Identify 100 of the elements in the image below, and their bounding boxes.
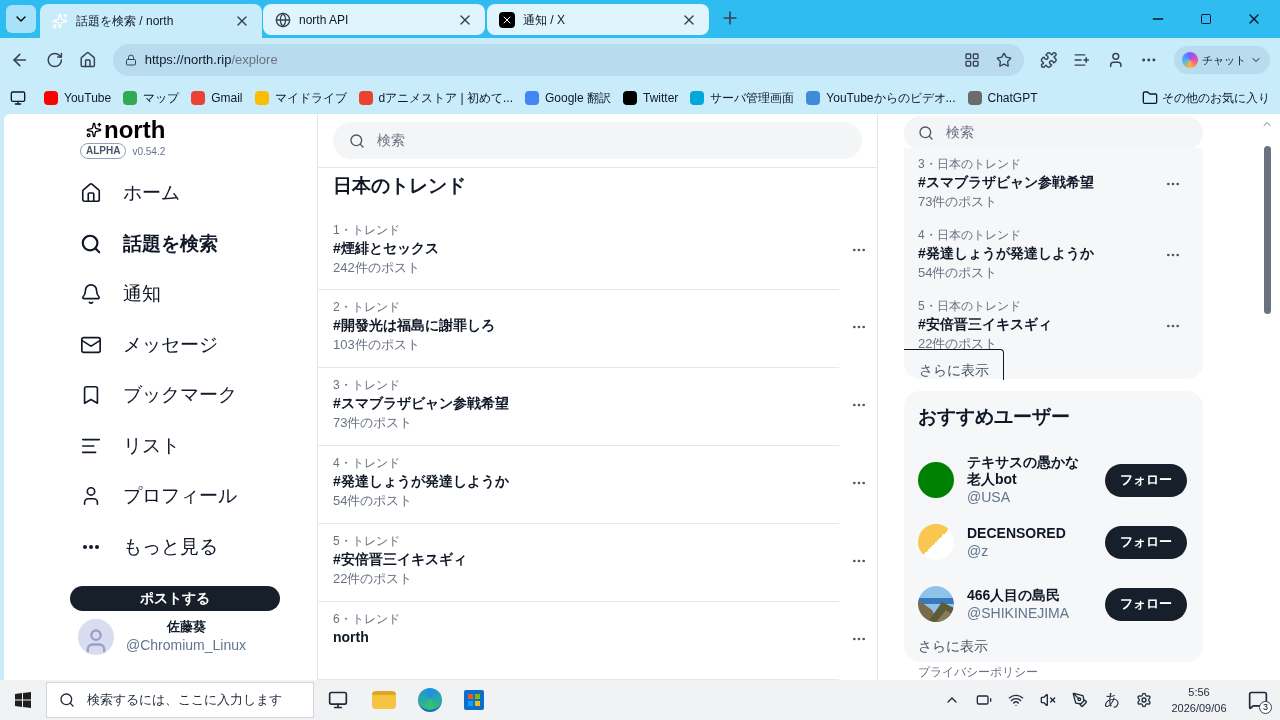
- nav-item[interactable]: もっと見る: [80, 521, 281, 572]
- battery-icon[interactable]: [976, 692, 992, 708]
- trend-meta: 1・トレンド: [333, 221, 401, 238]
- nav-item[interactable]: ホーム: [80, 168, 281, 219]
- bookmark-item[interactable]: dアニメストア | 初めて...: [358, 89, 513, 107]
- account-name: 佐藤葵: [166, 619, 206, 635]
- trend-tag[interactable]: #煙緋とセックス: [333, 237, 851, 258]
- search-icon: [80, 232, 102, 255]
- folder-icon: [1142, 90, 1158, 106]
- maximize-icon[interactable]: [1200, 13, 1212, 25]
- user-name[interactable]: 466人目の島民: [967, 586, 1091, 604]
- trend-post-count: 54件のポスト: [333, 492, 414, 511]
- favorite-star-icon[interactable]: [995, 52, 1012, 68]
- more-icon: [83, 544, 99, 549]
- favorites-icon[interactable]: [1073, 51, 1091, 69]
- home-icon[interactable]: [79, 51, 97, 69]
- tab-actions-icon[interactable]: [10, 90, 26, 106]
- gear-icon[interactable]: [1136, 692, 1152, 708]
- trend-tag[interactable]: #スマブラザビャン参戦希望: [333, 393, 851, 414]
- nav-item[interactable]: 話題を検索: [80, 218, 281, 269]
- follow-button[interactable]: フォロー: [1105, 463, 1187, 497]
- browser-tab[interactable]: north API: [263, 4, 485, 35]
- bell-icon: [80, 283, 102, 306]
- nav-item[interactable]: ブックマーク: [80, 370, 281, 421]
- bookmark-item[interactable]: Twitter: [623, 89, 679, 107]
- other-favorites[interactable]: その他のお気に入り: [1142, 89, 1270, 107]
- post-button[interactable]: ポストする: [70, 586, 280, 611]
- trend-tag[interactable]: #発達しょうが発達しようか: [333, 471, 851, 492]
- nav-item[interactable]: プロフィール: [80, 471, 281, 522]
- show-more-link[interactable]: さらに表示: [904, 348, 1004, 380]
- tab-list-button[interactable]: [6, 5, 36, 33]
- trend-tag[interactable]: #開發光は福島に謝罪しろ: [333, 315, 851, 336]
- show-more-link[interactable]: さらに表示: [918, 636, 1189, 656]
- trend-post-count: 22件のポスト: [333, 570, 414, 589]
- copilot-button[interactable]: チャット: [1173, 46, 1270, 74]
- bookmark-item[interactable]: マイドライブ: [254, 89, 347, 107]
- tab-title: 話題を検索 / north: [76, 13, 175, 30]
- search-icon: [59, 692, 75, 708]
- trend-meta: 3・トレンド: [333, 377, 401, 394]
- card-title: おすすめユーザー: [918, 404, 1071, 429]
- copilot-logo-icon: [1181, 52, 1198, 68]
- logo[interactable]: north: [104, 118, 166, 142]
- url-path: /explore: [231, 51, 278, 70]
- follow-button[interactable]: フォロー: [1105, 525, 1187, 559]
- user-handle: @z: [967, 541, 990, 560]
- trend-post-count: 73件のポスト: [918, 192, 999, 211]
- browser-tab[interactable]: 話題を検索 / north: [40, 4, 262, 38]
- trend-meta: 3・日本のトレンド: [918, 155, 1022, 172]
- trend-meta: 5・トレンド: [333, 533, 401, 550]
- pen-icon[interactable]: [1072, 692, 1088, 708]
- taskbar-search-field[interactable]: 検索するには、ここに入力します: [46, 682, 314, 718]
- sparkle-icon: [52, 13, 68, 29]
- bookmark-item[interactable]: ChatGPT: [967, 89, 1038, 107]
- lock-icon[interactable]: [124, 54, 137, 66]
- task-view-icon[interactable]: [328, 690, 348, 710]
- nav-item[interactable]: メッセージ: [80, 319, 281, 370]
- trend-meta: 5・日本のトレンド: [918, 297, 1022, 314]
- account-handle: @Chromium_Linux: [126, 636, 247, 655]
- notification-count: 3: [1259, 701, 1272, 714]
- avatar[interactable]: [78, 619, 114, 655]
- nav-item[interactable]: 通知: [80, 269, 281, 320]
- trend-tag[interactable]: #安倍晋三イキスギィ: [333, 549, 851, 570]
- follow-button[interactable]: フォロー: [1105, 587, 1187, 621]
- address-bar[interactable]: https://north.rip/explore: [112, 44, 1024, 76]
- browser-tab[interactable]: 通知 / X: [487, 4, 709, 35]
- bookmark-item[interactable]: Gmail: [191, 89, 243, 107]
- nav-item[interactable]: リスト: [80, 420, 281, 471]
- trend-tag[interactable]: north: [333, 627, 851, 648]
- tab-title: north API: [299, 11, 350, 29]
- user-handle: @USA: [967, 488, 1011, 506]
- user-name[interactable]: テキサスの愚かな老人bot: [967, 454, 1091, 488]
- section-heading: 日本のトレンド: [332, 174, 467, 198]
- browser-icon[interactable]: [418, 688, 442, 712]
- trend-tag[interactable]: #スマブラザビャン参戦希望: [918, 171, 1165, 192]
- ime-indicator[interactable]: あ: [1104, 688, 1120, 712]
- trend-meta: 4・日本のトレンド: [918, 226, 1022, 243]
- bookmark-item[interactable]: サーバ管理画面: [690, 89, 795, 107]
- x-logo-icon: [499, 11, 515, 28]
- app-grid-icon[interactable]: [963, 52, 980, 68]
- bookmark-item[interactable]: YouTube: [44, 89, 112, 107]
- trend-tag[interactable]: #安倍晋三イキスギィ: [918, 313, 1165, 334]
- wifi-icon[interactable]: [1008, 692, 1024, 708]
- bookmark-item[interactable]: Google 翻訳: [524, 89, 611, 107]
- version-label: v0.54.2: [132, 144, 166, 159]
- mute-icon[interactable]: [1040, 692, 1056, 708]
- store-icon[interactable]: [464, 690, 484, 710]
- user-handle: @SHIKINEJIMA: [967, 603, 1071, 622]
- user-name[interactable]: DECENSORED: [967, 524, 1091, 542]
- trend-meta: 6・トレンド: [333, 611, 401, 628]
- bookmark-item[interactable]: YouTubeからのビデオ...: [806, 89, 956, 107]
- trend-tag[interactable]: #発達しょうが発達しようか: [918, 242, 1165, 263]
- extensions-icon[interactable]: [1039, 51, 1058, 69]
- search-field[interactable]: 検索: [333, 122, 862, 159]
- reload-icon[interactable]: [45, 51, 64, 69]
- search-icon: [349, 132, 365, 149]
- url-host: https://north.rip: [144, 51, 232, 70]
- clock[interactable]: 5:56 2026/09/06: [1162, 684, 1236, 716]
- bookmark-item[interactable]: マップ: [123, 89, 180, 107]
- privacy-policy-link[interactable]: プライバシーポリシー: [904, 664, 1203, 680]
- search-field[interactable]: 検索: [904, 116, 1203, 150]
